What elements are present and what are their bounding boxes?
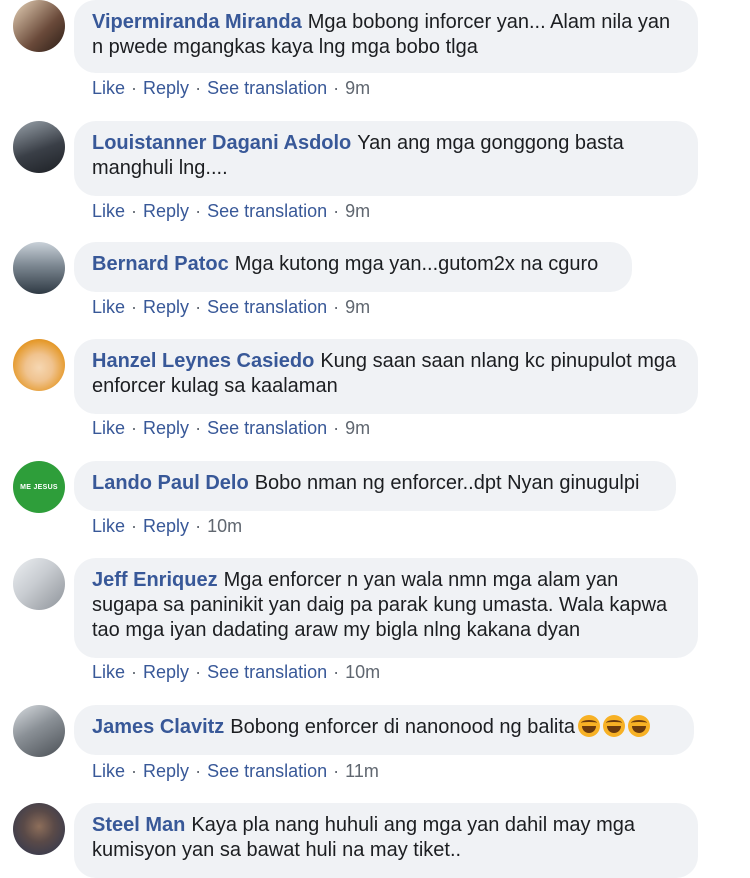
reply-link[interactable]: Reply bbox=[143, 761, 189, 781]
comment-bubble: Lando Paul Delo Bobo nman ng enforcer..dp… bbox=[74, 461, 676, 511]
comment-bubble: Bernard Patoc Mga kutong mga yan...gutom2… bbox=[74, 242, 632, 292]
comment-actions: Like · Reply · See translation · 9m bbox=[92, 78, 370, 99]
see-translation-link[interactable]: See translation bbox=[207, 662, 327, 682]
separator: · bbox=[195, 516, 202, 536]
separator: · bbox=[195, 297, 202, 317]
separator: · bbox=[333, 662, 340, 682]
comment-text: Mga kutong mga yan...gutom2x na cguro bbox=[234, 253, 599, 275]
avatar[interactable] bbox=[13, 803, 65, 855]
separator: · bbox=[131, 297, 138, 317]
separator: · bbox=[333, 761, 340, 781]
comment-actions: Like · Reply · See translation · 10m bbox=[92, 662, 380, 683]
see-translation-link[interactable]: See translation bbox=[207, 418, 327, 438]
avatar[interactable] bbox=[13, 242, 65, 294]
avatar[interactable] bbox=[13, 558, 65, 610]
timestamp[interactable]: 9m bbox=[345, 418, 370, 438]
like-link[interactable]: Like bbox=[92, 201, 125, 221]
separator: · bbox=[195, 761, 202, 781]
comment-actions: Like · Reply · See translation · 11m bbox=[92, 761, 379, 782]
like-link[interactable]: Like bbox=[92, 662, 125, 682]
timestamp[interactable]: 9m bbox=[345, 78, 370, 98]
separator: · bbox=[333, 418, 340, 438]
commenter-name[interactable]: Louistanner Dagani Asdolo bbox=[92, 132, 351, 154]
avatar[interactable] bbox=[13, 121, 65, 173]
timestamp[interactable]: 9m bbox=[345, 297, 370, 317]
comment-actions: Like · Reply · See translation · 9m bbox=[92, 297, 370, 318]
timestamp[interactable]: 10m bbox=[207, 516, 242, 536]
see-translation-link[interactable]: See translation bbox=[207, 297, 327, 317]
commenter-name[interactable]: James Clavitz bbox=[92, 716, 224, 738]
separator: · bbox=[333, 78, 340, 98]
reply-link[interactable]: Reply bbox=[143, 516, 189, 536]
avatar[interactable] bbox=[13, 705, 65, 757]
comment-bubble: James Clavitz Bobong enforcer di nanonood… bbox=[74, 705, 694, 755]
separator: · bbox=[195, 201, 202, 221]
timestamp[interactable]: 10m bbox=[345, 662, 380, 682]
commenter-name[interactable]: Lando Paul Delo bbox=[92, 472, 249, 494]
like-link[interactable]: Like bbox=[92, 418, 125, 438]
comment-actions: Like · Reply · See translation · 9m bbox=[92, 201, 370, 222]
comment-bubble: Jeff Enriquez Mga enforcer n yan wala nmn… bbox=[74, 558, 698, 658]
comment-bubble: Louistanner Dagani Asdolo Yan ang mga gon… bbox=[74, 121, 698, 196]
timestamp[interactable]: 9m bbox=[345, 201, 370, 221]
comment-text: Bobo nman ng enforcer..dpt Nyan ginugulp… bbox=[254, 472, 640, 494]
separator: · bbox=[131, 201, 138, 221]
avatar[interactable] bbox=[13, 339, 65, 391]
commenter-name[interactable]: Steel Man bbox=[92, 814, 185, 836]
separator: · bbox=[333, 201, 340, 221]
like-link[interactable]: Like bbox=[92, 78, 125, 98]
commenter-name[interactable]: Bernard Patoc bbox=[92, 253, 229, 275]
reply-link[interactable]: Reply bbox=[143, 418, 189, 438]
separator: · bbox=[131, 78, 138, 98]
comment-bubble: Hanzel Leynes Casiedo Kung saan saan nlan… bbox=[74, 339, 698, 414]
like-link[interactable]: Like bbox=[92, 297, 125, 317]
see-translation-link[interactable]: See translation bbox=[207, 201, 327, 221]
separator: · bbox=[131, 662, 138, 682]
commenter-name[interactable]: Hanzel Leynes Casiedo bbox=[92, 350, 314, 372]
see-translation-link[interactable]: See translation bbox=[207, 761, 327, 781]
reply-link[interactable]: Reply bbox=[143, 297, 189, 317]
separator: · bbox=[131, 418, 138, 438]
avatar[interactable]: ME JESUS bbox=[13, 461, 65, 513]
rofl-emoji-icon bbox=[628, 715, 651, 737]
comment-actions: Like · Reply · 10m bbox=[92, 516, 242, 537]
commenter-name[interactable]: Jeff Enriquez bbox=[92, 569, 218, 591]
rofl-emoji-icon bbox=[578, 715, 601, 737]
reply-link[interactable]: Reply bbox=[143, 662, 189, 682]
separator: · bbox=[195, 78, 202, 98]
comment-text: Bobong enforcer di nanonood ng balita bbox=[230, 716, 576, 738]
separator: · bbox=[131, 761, 138, 781]
separator: · bbox=[195, 662, 202, 682]
avatar[interactable] bbox=[13, 0, 65, 52]
like-link[interactable]: Like bbox=[92, 761, 125, 781]
comment-bubble: Vipermiranda Miranda Mga bobong inforcer … bbox=[74, 0, 698, 73]
timestamp[interactable]: 11m bbox=[345, 761, 379, 781]
comment-bubble: Steel Man Kaya pla nang huhuli ang mga ya… bbox=[74, 803, 698, 878]
separator: · bbox=[333, 297, 340, 317]
comment-actions: Like · Reply · See translation · 9m bbox=[92, 418, 370, 439]
rofl-emoji-icon bbox=[603, 715, 626, 737]
separator: · bbox=[131, 516, 138, 536]
avatar-text: ME JESUS bbox=[20, 483, 58, 491]
reply-link[interactable]: Reply bbox=[143, 201, 189, 221]
see-translation-link[interactable]: See translation bbox=[207, 78, 327, 98]
separator: · bbox=[195, 418, 202, 438]
reply-link[interactable]: Reply bbox=[143, 78, 189, 98]
like-link[interactable]: Like bbox=[92, 516, 125, 536]
commenter-name[interactable]: Vipermiranda Miranda bbox=[92, 11, 302, 33]
